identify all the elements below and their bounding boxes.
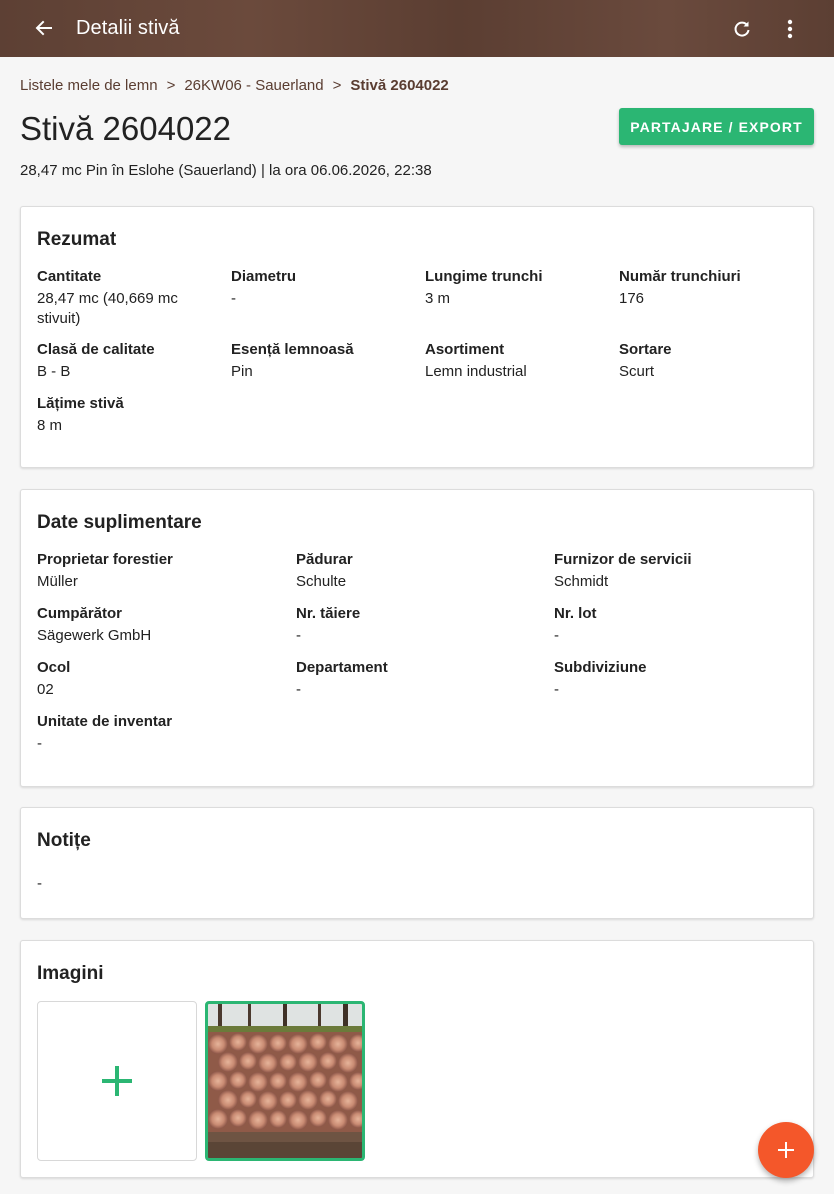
- field-district: Ocol 02: [37, 659, 71, 698]
- field-buyer: Cumpărător Sägewerk GmbH: [37, 605, 152, 644]
- more-vertical-icon: [787, 19, 793, 39]
- field-diameter: Diametru -: [231, 268, 297, 307]
- notes-value: -: [37, 875, 42, 892]
- field-sorting: Sortare Scurt: [619, 341, 672, 380]
- add-fab-button[interactable]: [758, 1122, 814, 1178]
- notes-card: Notițe -: [20, 807, 814, 919]
- breadcrumb-item-list[interactable]: 26KW06 - Sauerland: [184, 77, 323, 94]
- field-log-length: Lungime trunchi 3 m: [425, 268, 543, 307]
- refresh-button[interactable]: [728, 15, 756, 43]
- plus-icon: [102, 1066, 132, 1096]
- images-title: Imagini: [37, 963, 104, 984]
- field-wood-species: Esență lemnoasă Pin: [231, 341, 354, 380]
- field-inventory-unit: Unitate de inventar -: [37, 713, 173, 752]
- plus-icon: [778, 1142, 794, 1158]
- app-bar: Detalii stivă: [0, 0, 834, 57]
- field-quality-class: Clasă de calitate B - B: [37, 341, 155, 380]
- field-department: Departament -: [296, 659, 388, 698]
- back-button[interactable]: [30, 14, 58, 42]
- field-assortment: Asortiment Lemn industrial: [425, 341, 527, 380]
- field-cutting-number: Nr. tăiere -: [296, 605, 361, 644]
- breadcrumb-item-current: Stivă 2604022: [350, 77, 449, 94]
- additional-data-title: Date suplimentare: [37, 512, 202, 533]
- wood-pile-image: [208, 1004, 362, 1158]
- share-export-button[interactable]: PARTAJARE / EXPORT: [619, 108, 814, 145]
- page-title: Stivă 2604022: [20, 110, 232, 147]
- more-options-button[interactable]: [776, 15, 804, 43]
- add-image-button[interactable]: [37, 1001, 197, 1161]
- breadcrumb: Listele mele de lemn > 26KW06 - Sauerlan…: [20, 77, 449, 94]
- field-forester: Pădurar Schulte: [296, 551, 353, 590]
- field-forest-owner: Proprietar forestier Müller: [37, 551, 173, 590]
- field-service-provider: Furnizor de servicii Schmidt: [554, 551, 692, 590]
- arrow-left-icon: [35, 20, 52, 36]
- breadcrumb-item-lists[interactable]: Listele mele de lemn: [20, 77, 158, 94]
- field-subdivision: Subdiviziune -: [554, 659, 647, 698]
- field-quantity: Cantitate 28,47 mc (40,669 mc stivuit): [37, 268, 178, 327]
- notes-title: Notițe: [37, 830, 91, 851]
- field-pile-width: Lățime stivă 8 m: [37, 395, 124, 434]
- field-log-count: Număr trunchiuri 176: [619, 268, 741, 307]
- pile-photo-thumbnail[interactable]: [205, 1001, 365, 1161]
- breadcrumb-separator: >: [332, 77, 342, 94]
- additional-data-card: Date suplimentare Proprietar forestier M…: [20, 489, 814, 787]
- app-bar-title: Detalii stivă: [76, 17, 180, 39]
- field-lot-number: Nr. lot -: [554, 605, 597, 644]
- images-card: Imagini: [20, 940, 814, 1178]
- summary-card: Rezumat Cantitate 28,47 mc (40,669 mc st…: [20, 206, 814, 468]
- summary-title: Rezumat: [37, 229, 117, 250]
- page-subtitle: 28,47 mc Pin în Eslohe (Sauerland) | la …: [20, 162, 432, 179]
- refresh-icon: [734, 21, 750, 37]
- breadcrumb-separator: >: [166, 77, 176, 94]
